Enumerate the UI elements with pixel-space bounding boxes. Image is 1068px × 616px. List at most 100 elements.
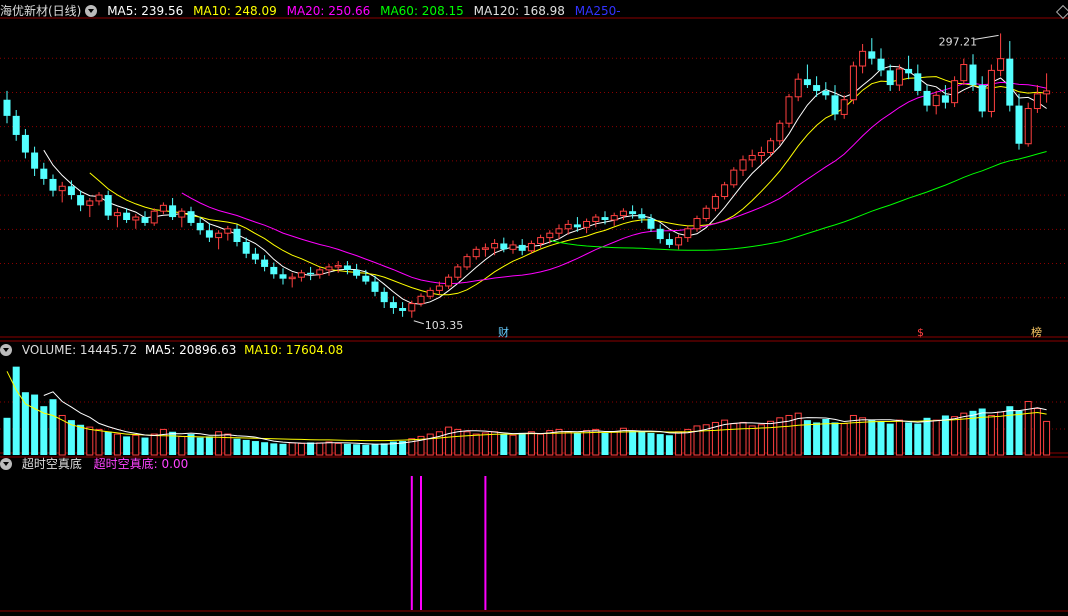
candle-body xyxy=(500,243,508,250)
volume-bar xyxy=(132,434,140,456)
candle-body xyxy=(960,64,968,82)
volume-bar xyxy=(261,442,269,455)
candle-body xyxy=(997,58,1005,71)
candle-body xyxy=(40,168,48,179)
volume-bar xyxy=(1043,420,1051,456)
candle-body xyxy=(987,69,995,112)
volume-bar xyxy=(987,414,995,456)
candle-body xyxy=(150,210,158,224)
volume-bar xyxy=(362,444,370,455)
candle-body xyxy=(481,247,489,250)
candle-body xyxy=(849,65,857,101)
candle-body xyxy=(831,95,839,115)
volume-bar xyxy=(334,442,342,456)
candle-body xyxy=(923,90,931,106)
volume-bar xyxy=(969,410,977,455)
candle-body xyxy=(859,50,867,67)
candle-body xyxy=(21,134,29,153)
volume-bar xyxy=(776,417,784,456)
volume-bar xyxy=(95,428,103,456)
volume-bar xyxy=(675,431,683,456)
candle-body xyxy=(169,205,177,218)
volume-bar xyxy=(951,416,959,456)
signal-title: 超时空真底 xyxy=(21,457,82,471)
candle-body xyxy=(408,303,416,312)
stock-title[interactable]: 海优新材(日线) xyxy=(0,4,81,18)
volume-label: VOLUME: 14445.72 xyxy=(21,343,138,357)
candle-body xyxy=(463,256,471,268)
candle-body xyxy=(638,214,646,219)
volume-bar xyxy=(647,432,655,455)
candle-body xyxy=(196,222,204,231)
volume-bar xyxy=(868,420,876,455)
volume-bar xyxy=(739,421,747,456)
volume-bar xyxy=(813,422,821,455)
volume-bar xyxy=(573,432,581,455)
candle-body xyxy=(932,94,940,107)
candle-body xyxy=(518,244,526,251)
candle-body xyxy=(527,242,535,252)
candle-body xyxy=(914,73,922,91)
volume-bar xyxy=(997,411,1005,456)
high-price-label: 297.21 xyxy=(939,35,978,48)
candle-body xyxy=(840,99,848,115)
candle-body xyxy=(813,85,821,91)
candle-body xyxy=(868,51,876,59)
volume-bar xyxy=(656,434,664,455)
ma10-label: MA10: 248.09 xyxy=(193,4,277,18)
candle-body xyxy=(224,228,232,234)
candle-body xyxy=(776,122,784,142)
candle-body xyxy=(573,224,581,228)
marker-dollar: $ xyxy=(917,326,924,339)
volume-expand-icon[interactable] xyxy=(0,344,12,356)
volume-bar xyxy=(104,431,112,455)
candle-body xyxy=(803,79,811,86)
candle-body xyxy=(12,115,20,135)
candle-body xyxy=(454,266,462,278)
volume-bar xyxy=(592,428,600,456)
candle-body xyxy=(242,242,250,254)
volume-bar xyxy=(316,442,324,456)
signal-expand-icon[interactable] xyxy=(0,458,12,470)
candle-body xyxy=(123,212,131,220)
volume-bar xyxy=(454,428,462,456)
candle-body xyxy=(178,210,186,218)
candle-body xyxy=(509,244,517,250)
volume-bar xyxy=(491,431,499,456)
high-arrow xyxy=(974,34,999,40)
volume-bar xyxy=(1015,410,1023,455)
volume-bar xyxy=(730,423,738,456)
candle-body xyxy=(794,78,802,98)
candle-body xyxy=(610,215,618,221)
candle-body xyxy=(399,308,407,311)
volume-bar xyxy=(665,435,673,455)
candle-body xyxy=(767,140,775,154)
candle-body xyxy=(1024,108,1032,145)
volume-bar xyxy=(886,423,894,455)
candle-body xyxy=(132,216,140,221)
candle-body xyxy=(67,186,75,196)
stock-chart: 297.21 103.35 财 $ 榜 xyxy=(0,17,1068,612)
candle-body xyxy=(104,195,112,216)
volume-bar xyxy=(767,420,775,456)
candle-body xyxy=(822,90,830,96)
candle-body xyxy=(1006,58,1014,106)
ma20-line xyxy=(181,81,1047,285)
volume-bar xyxy=(895,419,903,456)
low-price-label: 103.35 xyxy=(425,319,464,332)
volume-bar xyxy=(831,422,839,455)
marker-bang: 榜 xyxy=(1031,325,1042,339)
volume-bar xyxy=(518,432,526,455)
volume-bar xyxy=(978,408,986,455)
volume-bar xyxy=(187,434,195,455)
expand-icon[interactable] xyxy=(85,5,98,17)
volume-bar xyxy=(527,431,535,456)
candle-body xyxy=(49,178,57,191)
volume-bar xyxy=(509,434,517,456)
volume-bar xyxy=(537,433,545,456)
volume-bar xyxy=(610,431,618,456)
candle-body xyxy=(546,232,554,239)
volume-bar xyxy=(123,436,131,455)
signal-value: 超时空真底: 0.00 xyxy=(93,457,189,471)
candle-body xyxy=(95,194,103,202)
